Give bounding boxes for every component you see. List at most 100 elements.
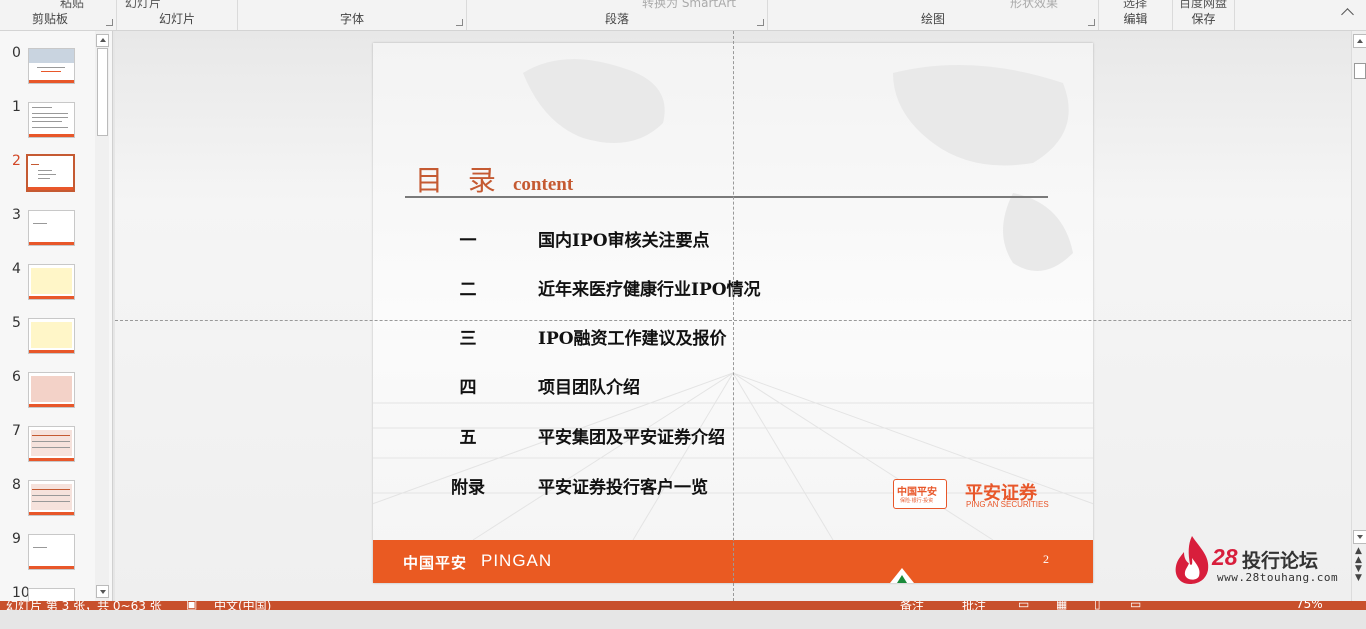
collapse-ribbon-icon[interactable] xyxy=(1341,8,1354,21)
footer-brand-en: PINGAN xyxy=(481,551,553,570)
slide-number: 0 xyxy=(12,45,21,61)
slide-info[interactable]: 幻灯片 第 3 张，共 0~63 张 xyxy=(6,601,162,610)
toc-key: 二 xyxy=(459,280,477,300)
ribbon-group-save: 百度网盘 保存 xyxy=(1173,0,1235,30)
toc-key: 附录 xyxy=(451,478,485,498)
ribbon-group-label: 幻灯片 xyxy=(158,12,195,26)
slide-thumbnail[interactable]: 7 xyxy=(0,423,90,467)
slide-preview xyxy=(28,210,75,246)
ribbon-group-drawing: 形状效果 绘图 xyxy=(768,0,1099,30)
watermark-url: www.28touhang.com xyxy=(1217,571,1339,584)
slide-thumbnail-selected[interactable]: 2 xyxy=(0,153,90,197)
ribbon: 粘贴 剪贴板 幻灯片 幻灯片 字体 转换为 SmartArt 段落 形状效果 绘… xyxy=(0,0,1366,31)
toc-text: 国内IPO审核关注要点 xyxy=(538,231,710,251)
logo-box: 中国平安 保险·银行·投资 xyxy=(893,479,947,509)
slide-number: 4 xyxy=(12,261,21,277)
slide-number: 9 xyxy=(12,531,21,547)
slide-preview xyxy=(28,318,75,354)
slide-number: 1 xyxy=(12,99,21,115)
logo-box-text: 中国平安 xyxy=(897,487,937,498)
zoom-level[interactable]: 75% xyxy=(1296,601,1323,610)
scroll-down-icon[interactable] xyxy=(96,585,109,598)
dialog-launcher-icon[interactable] xyxy=(1088,19,1095,26)
slide-number: 2 xyxy=(12,153,21,169)
scroll-thumb[interactable] xyxy=(1354,63,1366,79)
title-underline xyxy=(405,196,1048,198)
toc-key: 四 xyxy=(459,378,477,398)
status-bar: 幻灯片 第 3 张，共 0~63 张 ▣ 中文(中国) 备注 批注 ▭ ▦ ▯ … xyxy=(0,601,1366,610)
slide-thumbnail[interactable]: 9 xyxy=(0,531,90,575)
slide-preview xyxy=(28,102,75,138)
toc-text: 平安集团及平安证券介绍 xyxy=(538,428,725,448)
toc-text: 平安证券投行客户一览 xyxy=(538,478,708,498)
toc-key: 一 xyxy=(459,231,477,251)
slide-thumbnail[interactable]: 4 xyxy=(0,261,90,305)
slide-number: 8 xyxy=(12,477,21,493)
spellcheck-icon[interactable]: ▣ xyxy=(186,601,197,610)
scroll-up-icon[interactable] xyxy=(96,34,109,47)
normal-view-icon[interactable]: ▭ xyxy=(1018,601,1029,610)
ribbon-group-label: 字体 xyxy=(339,12,364,26)
vertical-guide[interactable] xyxy=(733,31,734,601)
slide-number: 3 xyxy=(12,207,21,223)
logo-en: PING AN SECURITIES xyxy=(966,500,1049,509)
ribbon-group-paragraph: 转换为 SmartArt 段落 xyxy=(467,0,768,30)
logo-box-sub: 保险·银行·投资 xyxy=(900,498,934,504)
language-indicator[interactable]: 中文(中国) xyxy=(214,601,271,610)
slide-preview xyxy=(28,480,75,516)
ribbon-group-font: 字体 xyxy=(238,0,467,30)
slide-thumbnail[interactable]: 3 xyxy=(0,207,90,251)
page-number: 2 xyxy=(1043,552,1049,566)
comments-button[interactable]: 批注 xyxy=(962,601,986,610)
ribbon-group-editing: 选择 编辑 xyxy=(1099,0,1173,30)
slide-preview xyxy=(26,154,75,192)
toc-text: 项目团队介绍 xyxy=(538,378,640,398)
dialog-launcher-icon[interactable] xyxy=(757,19,764,26)
toc-text: 近年来医疗健康行业IPO情况 xyxy=(538,280,761,300)
slideshow-icon[interactable]: ▭ xyxy=(1130,601,1141,610)
slide-thumbnail[interactable]: 1 xyxy=(0,99,90,143)
next-slide-icon[interactable]: ▼ ▼ xyxy=(1355,565,1362,583)
ribbon-group-label: 编辑 xyxy=(1123,12,1148,26)
flame-logo-icon xyxy=(1175,536,1209,584)
footer-brand-zh: 中国平安 xyxy=(403,554,468,572)
editor-scrollbar[interactable]: ▲ ▲ ▼ ▼ xyxy=(1351,31,1366,601)
slide-number: 6 xyxy=(12,369,21,385)
dialog-launcher-icon[interactable] xyxy=(106,19,113,26)
slide-title: 目 录 content xyxy=(415,159,573,199)
slide-sorter-icon[interactable]: ▦ xyxy=(1056,601,1067,610)
slide-thumbnail[interactable]: 6 xyxy=(0,369,90,413)
pingan-securities-logo: 中国平安 保险·银行·投资 平安证券 PING AN SECURITIES xyxy=(893,479,1063,511)
slide-thumbnail[interactable]: 0 xyxy=(0,45,90,89)
slide-preview xyxy=(28,534,75,570)
scroll-down-icon[interactable] xyxy=(1353,530,1366,544)
dialog-launcher-icon[interactable] xyxy=(456,19,463,26)
slide-preview xyxy=(28,426,75,462)
slide-thumbnail[interactable]: 5 xyxy=(0,315,90,359)
previous-slide-icon[interactable]: ▲ ▲ xyxy=(1355,547,1362,565)
slide-number: 5 xyxy=(12,315,21,331)
toc-key: 三 xyxy=(459,329,477,349)
slide-preview xyxy=(28,264,75,300)
ribbon-group-label: 绘图 xyxy=(920,12,945,26)
toc-key: 五 xyxy=(459,428,477,448)
forum-watermark: 28 投行论坛 www.28touhang.com xyxy=(1170,534,1345,586)
watermark-title: 投行论坛 xyxy=(1242,550,1319,572)
reading-view-icon[interactable]: ▯ xyxy=(1094,601,1101,610)
ribbon-group-label: 保存 xyxy=(1191,12,1216,26)
slide-preview xyxy=(28,588,75,602)
slide-preview xyxy=(28,372,75,408)
ribbon-group-clipboard: 粘贴 剪贴板 xyxy=(0,0,117,30)
slide-thumbnail[interactable]: 8 xyxy=(0,477,90,521)
horizontal-guide[interactable] xyxy=(115,320,1351,321)
toc-text: IPO融资工作建议及报价 xyxy=(538,329,727,349)
thumbnails-scrollbar[interactable] xyxy=(95,31,109,601)
slide-number: 7 xyxy=(12,423,21,439)
ribbon-group-slides: 幻灯片 幻灯片 xyxy=(117,0,238,30)
watermark-number: 28 xyxy=(1212,544,1238,570)
scroll-thumb[interactable] xyxy=(97,48,108,136)
notes-button[interactable]: 备注 xyxy=(900,601,924,610)
scroll-up-icon[interactable] xyxy=(1353,34,1366,48)
title-zh: 目 录 xyxy=(415,164,504,197)
ribbon-group-label: 剪贴板 xyxy=(31,12,68,26)
